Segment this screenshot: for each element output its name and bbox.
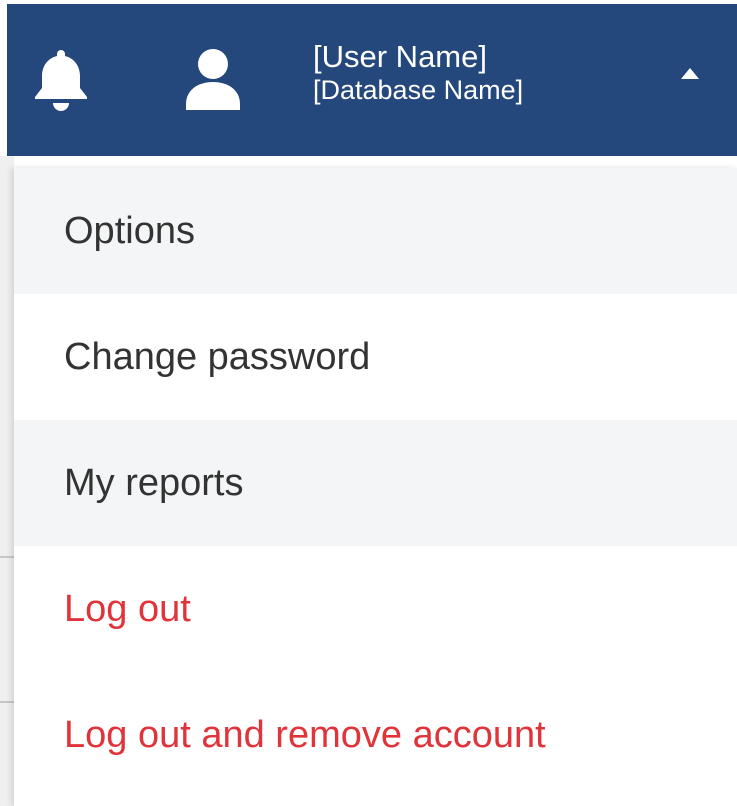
menu-item-label: My reports <box>64 461 244 504</box>
caret-up-icon[interactable] <box>681 68 699 79</box>
menu-item-label: Log out <box>64 587 191 630</box>
header-bar: [User Name] [Database Name] <box>7 4 737 156</box>
menu-item-log-out[interactable]: Log out <box>14 546 737 672</box>
bell-icon[interactable] <box>32 48 90 112</box>
menu-item-change-password[interactable]: Change password <box>14 294 737 420</box>
database-name: [Database Name] <box>313 75 524 106</box>
divider <box>0 556 14 558</box>
page-left-edge <box>0 156 14 806</box>
user-icon[interactable] <box>183 48 243 110</box>
account-dropdown-menu: Options Change password My reports Log o… <box>14 168 737 806</box>
menu-item-log-out-remove-account[interactable]: Log out and remove account <box>14 672 737 798</box>
menu-item-options[interactable]: Options <box>14 168 737 294</box>
menu-item-my-reports[interactable]: My reports <box>14 420 737 546</box>
user-name: [User Name] <box>313 39 487 74</box>
divider <box>0 701 14 703</box>
menu-item-label: Change password <box>64 335 371 378</box>
menu-item-label: Log out and remove account <box>64 713 546 756</box>
menu-item-label: Options <box>64 209 195 252</box>
account-info[interactable]: [User Name] [Database Name] <box>313 39 524 106</box>
